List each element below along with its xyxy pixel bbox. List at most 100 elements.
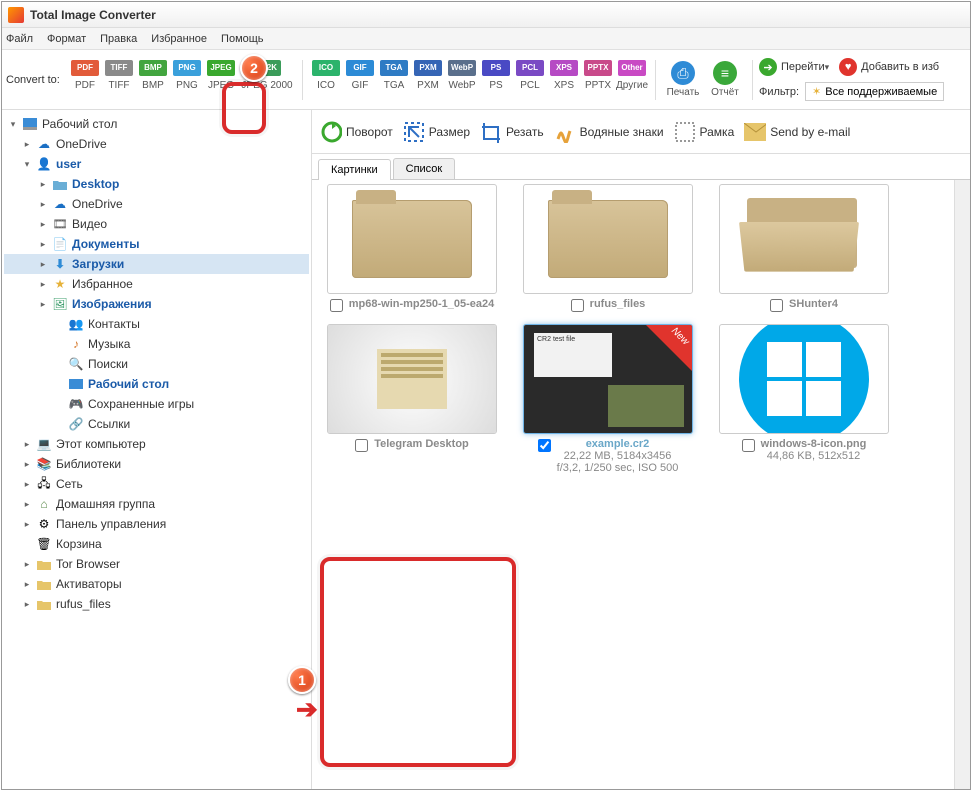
format-png[interactable]: PNGPNG: [171, 60, 203, 100]
filter-dropdown[interactable]: ✶ Все поддерживаемые: [805, 82, 944, 101]
format-badge-icon: PNG: [173, 60, 201, 76]
expand-icon[interactable]: ▾: [8, 119, 18, 130]
expand-icon[interactable]: ▸: [38, 199, 48, 210]
expand-icon[interactable]: ▸: [22, 459, 32, 470]
expand-icon[interactable]: ▸: [22, 479, 32, 490]
tree-node-избранное[interactable]: ▸★Избранное: [4, 274, 309, 294]
resize-icon: [403, 121, 425, 143]
tree-node-desktop[interactable]: ▸Desktop: [4, 174, 309, 194]
go-button[interactable]: ➔Перейти ▾: [759, 58, 829, 76]
expand-icon[interactable]: ▸: [38, 259, 48, 270]
expand-icon[interactable]: ▸: [22, 559, 32, 570]
tree-node-onedrive[interactable]: ▸☁OneDrive: [4, 194, 309, 214]
scrollbar[interactable]: [954, 180, 970, 789]
file-item[interactable]: windows-8-icon.png 44,86 KB, 512x512: [712, 324, 896, 474]
thumbnail[interactable]: [327, 324, 497, 434]
thumbnail[interactable]: CR2 test fileNew: [523, 324, 693, 434]
rotate-button[interactable]: Поворот: [320, 121, 393, 143]
format-jpeg[interactable]: JPEGJPEG: [205, 60, 237, 100]
expand-icon[interactable]: ▸: [22, 519, 32, 530]
file-item[interactable]: SHunter4: [712, 184, 896, 312]
expand-icon[interactable]: ▸: [22, 439, 32, 450]
format-другие[interactable]: OtherДругие: [616, 60, 648, 100]
expand-icon[interactable]: ▸: [22, 139, 32, 150]
format-tga[interactable]: TGATGA: [378, 60, 410, 100]
select-checkbox[interactable]: [571, 299, 584, 312]
menu-file[interactable]: Файл: [6, 33, 33, 45]
format-tiff[interactable]: TIFFTIFF: [103, 60, 135, 100]
select-checkbox[interactable]: [355, 439, 368, 452]
menu-favorites[interactable]: Избранное: [151, 33, 207, 45]
select-checkbox[interactable]: [742, 439, 755, 452]
format-pptx[interactable]: PPTXPPTX: [582, 60, 614, 100]
expand-icon[interactable]: ▸: [22, 579, 32, 590]
tree-node-контакты[interactable]: 👥Контакты: [4, 314, 309, 334]
tree-node-корзина[interactable]: 🗑Корзина: [4, 534, 309, 554]
format-pxm[interactable]: PXMPXM: [412, 60, 444, 100]
select-checkbox[interactable]: [330, 299, 343, 312]
add-favorite-button[interactable]: ♥Добавить в изб: [839, 58, 939, 76]
format-bmp[interactable]: BMPBMP: [137, 60, 169, 100]
format-webp[interactable]: WebPWebP: [446, 60, 478, 100]
print-button[interactable]: ⎙ Печать: [662, 61, 704, 98]
tree-node-документы[interactable]: ▸📄Документы: [4, 234, 309, 254]
menu-edit[interactable]: Правка: [100, 33, 137, 45]
expand-icon[interactable]: ▾: [22, 159, 32, 170]
tree-node-onedrive[interactable]: ▸☁OneDrive: [4, 134, 309, 154]
tree-node-user[interactable]: ▾👤user: [4, 154, 309, 174]
expand-icon[interactable]: ▸: [38, 219, 48, 230]
thumbnail[interactable]: [719, 324, 889, 434]
tree-node-рабочий-стол[interactable]: Рабочий стол: [4, 374, 309, 394]
tree-node-сеть[interactable]: ▸🖧Сеть: [4, 474, 309, 494]
expand-icon[interactable]: ▸: [38, 279, 48, 290]
crop-button[interactable]: Резать: [480, 121, 544, 143]
select-checkbox[interactable]: [538, 439, 551, 452]
format-xps[interactable]: XPSXPS: [548, 60, 580, 100]
tree-node-музыка[interactable]: ♪Музыка: [4, 334, 309, 354]
thumbnail[interactable]: [719, 184, 889, 294]
resize-button[interactable]: Размер: [403, 121, 470, 143]
thumbnail[interactable]: [523, 184, 693, 294]
file-item[interactable]: mp68-win-mp250-1_05-ea24: [320, 184, 504, 312]
file-item[interactable]: rufus_files: [516, 184, 700, 312]
tree-node-этот-компьютер[interactable]: ▸💻Этот компьютер: [4, 434, 309, 454]
format-ps[interactable]: PSPS: [480, 60, 512, 100]
select-checkbox[interactable]: [770, 299, 783, 312]
expand-icon[interactable]: ▸: [22, 499, 32, 510]
tree-node-панель-управления[interactable]: ▸⚙Панель управления: [4, 514, 309, 534]
tree-node-сохраненные-игры[interactable]: 🎮Сохраненные игры: [4, 394, 309, 414]
tree-node-библиотеки[interactable]: ▸📚Библиотеки: [4, 454, 309, 474]
file-item[interactable]: CR2 test fileNew example.cr2 22,22 MB, 5…: [516, 324, 700, 474]
format-pcl[interactable]: PCLPCL: [514, 60, 546, 100]
tree-node-rufus_files[interactable]: ▸rufus_files: [4, 594, 309, 614]
frame-button[interactable]: Рамка: [674, 121, 735, 143]
folder-tree[interactable]: ▾Рабочий стол▸☁OneDrive▾👤user▸Desktop▸☁O…: [2, 110, 312, 789]
format-ico[interactable]: ICOICO: [310, 60, 342, 100]
menu-help[interactable]: Помощь: [221, 33, 264, 45]
tree-node-активаторы[interactable]: ▸Активаторы: [4, 574, 309, 594]
expand-icon[interactable]: ▸: [38, 299, 48, 310]
email-button[interactable]: Send by e-mail: [744, 121, 850, 143]
tree-node-видео[interactable]: ▸🎞Видео: [4, 214, 309, 234]
report-button[interactable]: ≡ Отчёт: [704, 61, 746, 98]
tab-pictures[interactable]: Картинки: [318, 159, 391, 180]
tree-node-рабочий-стол[interactable]: ▾Рабочий стол: [4, 114, 309, 134]
watermark-button[interactable]: Водяные знаки: [554, 121, 664, 143]
tree-node-изображения[interactable]: ▸🖼Изображения: [4, 294, 309, 314]
tree-node-поиски[interactable]: 🔍Поиски: [4, 354, 309, 374]
app-icon: [8, 7, 24, 23]
tab-list[interactable]: Список: [393, 158, 456, 179]
format-pdf[interactable]: PDFPDF: [69, 60, 101, 100]
tree-node-ссылки[interactable]: 🔗Ссылки: [4, 414, 309, 434]
menu-format[interactable]: Формат: [47, 33, 86, 45]
file-item[interactable]: Telegram Desktop: [320, 324, 504, 474]
expand-icon[interactable]: ▸: [22, 599, 32, 610]
format-gif[interactable]: GIFGIF: [344, 60, 376, 100]
images-icon: 🖼: [52, 297, 68, 311]
tree-node-загрузки[interactable]: ▸⬇Загрузки: [4, 254, 309, 274]
tree-node-tor-browser[interactable]: ▸Tor Browser: [4, 554, 309, 574]
expand-icon[interactable]: ▸: [38, 239, 48, 250]
tree-node-домашняя-группа[interactable]: ▸⌂Домашняя группа: [4, 494, 309, 514]
expand-icon[interactable]: ▸: [38, 179, 48, 190]
thumbnail[interactable]: [327, 184, 497, 294]
